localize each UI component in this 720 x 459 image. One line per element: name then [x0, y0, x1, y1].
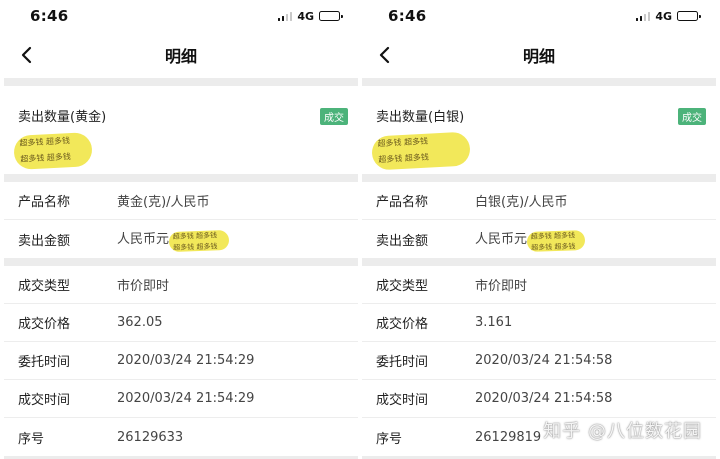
redaction-scribble: 超多钱 超多钱 超多钱 超多钱 [526, 229, 586, 252]
detail-row-trade-type: 成交类型 市价即时 [4, 266, 358, 304]
detail-row-price: 成交价格 362.05 [4, 304, 358, 342]
section-divider [4, 78, 358, 86]
detail-row-amount: 卖出金额 人民币元 超多钱 超多钱 超多钱 超多钱 [4, 220, 358, 258]
row-value: 白银(克)/人民币 [475, 195, 568, 210]
quantity-section: 卖出数量(白银) 成交 超多钱 超多钱 超多钱 超多钱 [362, 86, 716, 174]
back-arrow-icon[interactable] [16, 44, 38, 66]
detail-row-amount: 卖出金额 人民币元 超多钱 超多钱 超多钱 超多钱 [362, 220, 716, 258]
status-time: 6:46 [388, 7, 427, 25]
status-indicators: 4G [277, 9, 343, 23]
row-key: 委托时间 [376, 355, 429, 370]
section-divider [362, 258, 716, 266]
row-key: 委托时间 [18, 355, 71, 370]
nav-bar: 明细 [4, 32, 358, 78]
row-key: 序号 [376, 431, 403, 447]
signal-icon [635, 11, 651, 21]
row-value: 2020/03/24 21:54:29 [117, 391, 255, 406]
row-key: 成交价格 [18, 317, 71, 332]
row-value: 人民币元 超多钱 超多钱 超多钱 超多钱 [117, 228, 230, 252]
phone-screen-silver: 6:46 4G 明细 卖出数量(白银) 成交 超多钱 超多钱 超多钱 超多钱 产… [362, 0, 716, 459]
status-time: 6:46 [30, 7, 69, 25]
nav-bar: 明细 [362, 32, 716, 78]
detail-row-price: 成交价格 3.161 [362, 304, 716, 342]
status-badge: 成交 [320, 108, 348, 125]
status-bar: 6:46 4G [4, 0, 358, 32]
redaction-scribble: 超多钱 超多钱 超多钱 超多钱 [168, 229, 230, 252]
row-value: 2020/03/24 21:54:29 [117, 353, 255, 368]
row-key: 卖出金额 [18, 233, 71, 249]
section-divider [4, 258, 358, 266]
row-key: 序号 [18, 431, 45, 447]
battery-icon [319, 11, 343, 21]
trade-info-group: 成交类型 市价即时 成交价格 362.05 委托时间 2020/03/24 21… [4, 266, 358, 456]
battery-icon [677, 11, 701, 21]
product-info-group: 产品名称 白银(克)/人民币 卖出金额 人民币元 超多钱 超多钱 超多钱 超多钱 [362, 182, 716, 258]
row-value: 黄金(克)/人民币 [117, 195, 210, 210]
row-key: 成交类型 [18, 279, 71, 294]
row-value: 362.05 [117, 315, 163, 330]
detail-row-serial: 序号 26129633 [4, 418, 358, 456]
row-value: 26129819 [475, 429, 542, 445]
status-indicators: 4G [635, 9, 701, 23]
row-key: 卖出金额 [376, 233, 429, 249]
phone-screen-gold: 6:46 4G 明细 卖出数量(黄金) 成交 超多钱 超多钱 超多钱 超多钱 产… [4, 0, 358, 459]
detail-row-deal-time: 成交时间 2020/03/24 21:54:58 [362, 380, 716, 418]
network-type: 4G [655, 9, 672, 23]
quantity-label: 卖出数量(黄金) [18, 110, 107, 125]
section-divider [4, 174, 358, 182]
section-divider [362, 78, 716, 86]
redaction-scribble: 超多钱 超多钱 超多钱 超多钱 [13, 131, 93, 171]
row-key: 成交类型 [376, 279, 429, 294]
signal-icon [277, 11, 293, 21]
row-value: 人民币元 超多钱 超多钱 超多钱 超多钱 [475, 228, 586, 252]
detail-row-product: 产品名称 黄金(克)/人民币 [4, 182, 358, 220]
network-type: 4G [297, 9, 314, 23]
detail-row-product: 产品名称 白银(克)/人民币 [362, 182, 716, 220]
back-arrow-icon[interactable] [374, 44, 396, 66]
redaction-scribble: 超多钱 超多钱 超多钱 超多钱 [371, 131, 471, 171]
row-value: 市价即时 [475, 279, 528, 294]
row-value: 26129633 [117, 429, 184, 445]
product-info-group: 产品名称 黄金(克)/人民币 卖出金额 人民币元 超多钱 超多钱 超多钱 超多钱 [4, 182, 358, 258]
row-value: 2020/03/24 21:54:58 [475, 391, 613, 406]
row-value: 3.161 [475, 315, 513, 330]
detail-row-deal-time: 成交时间 2020/03/24 21:54:29 [4, 380, 358, 418]
row-key: 产品名称 [376, 195, 429, 210]
section-divider [362, 174, 716, 182]
row-value: 2020/03/24 21:54:58 [475, 353, 613, 368]
watermark-text: 知乎 @八位数花园 [543, 421, 702, 442]
page-title: 明细 [164, 47, 197, 66]
row-key: 成交时间 [376, 393, 429, 408]
row-key: 成交时间 [18, 393, 71, 408]
row-key: 产品名称 [18, 195, 71, 210]
detail-row-order-time: 委托时间 2020/03/24 21:54:58 [362, 342, 716, 380]
detail-row-trade-type: 成交类型 市价即时 [362, 266, 716, 304]
row-key: 成交价格 [376, 317, 429, 332]
page-title: 明细 [522, 47, 555, 66]
status-bar: 6:46 4G [362, 0, 716, 32]
status-badge: 成交 [678, 108, 706, 125]
quantity-label: 卖出数量(白银) [376, 110, 465, 125]
row-value: 市价即时 [117, 279, 170, 294]
quantity-section: 卖出数量(黄金) 成交 超多钱 超多钱 超多钱 超多钱 [4, 86, 358, 174]
detail-row-order-time: 委托时间 2020/03/24 21:54:29 [4, 342, 358, 380]
